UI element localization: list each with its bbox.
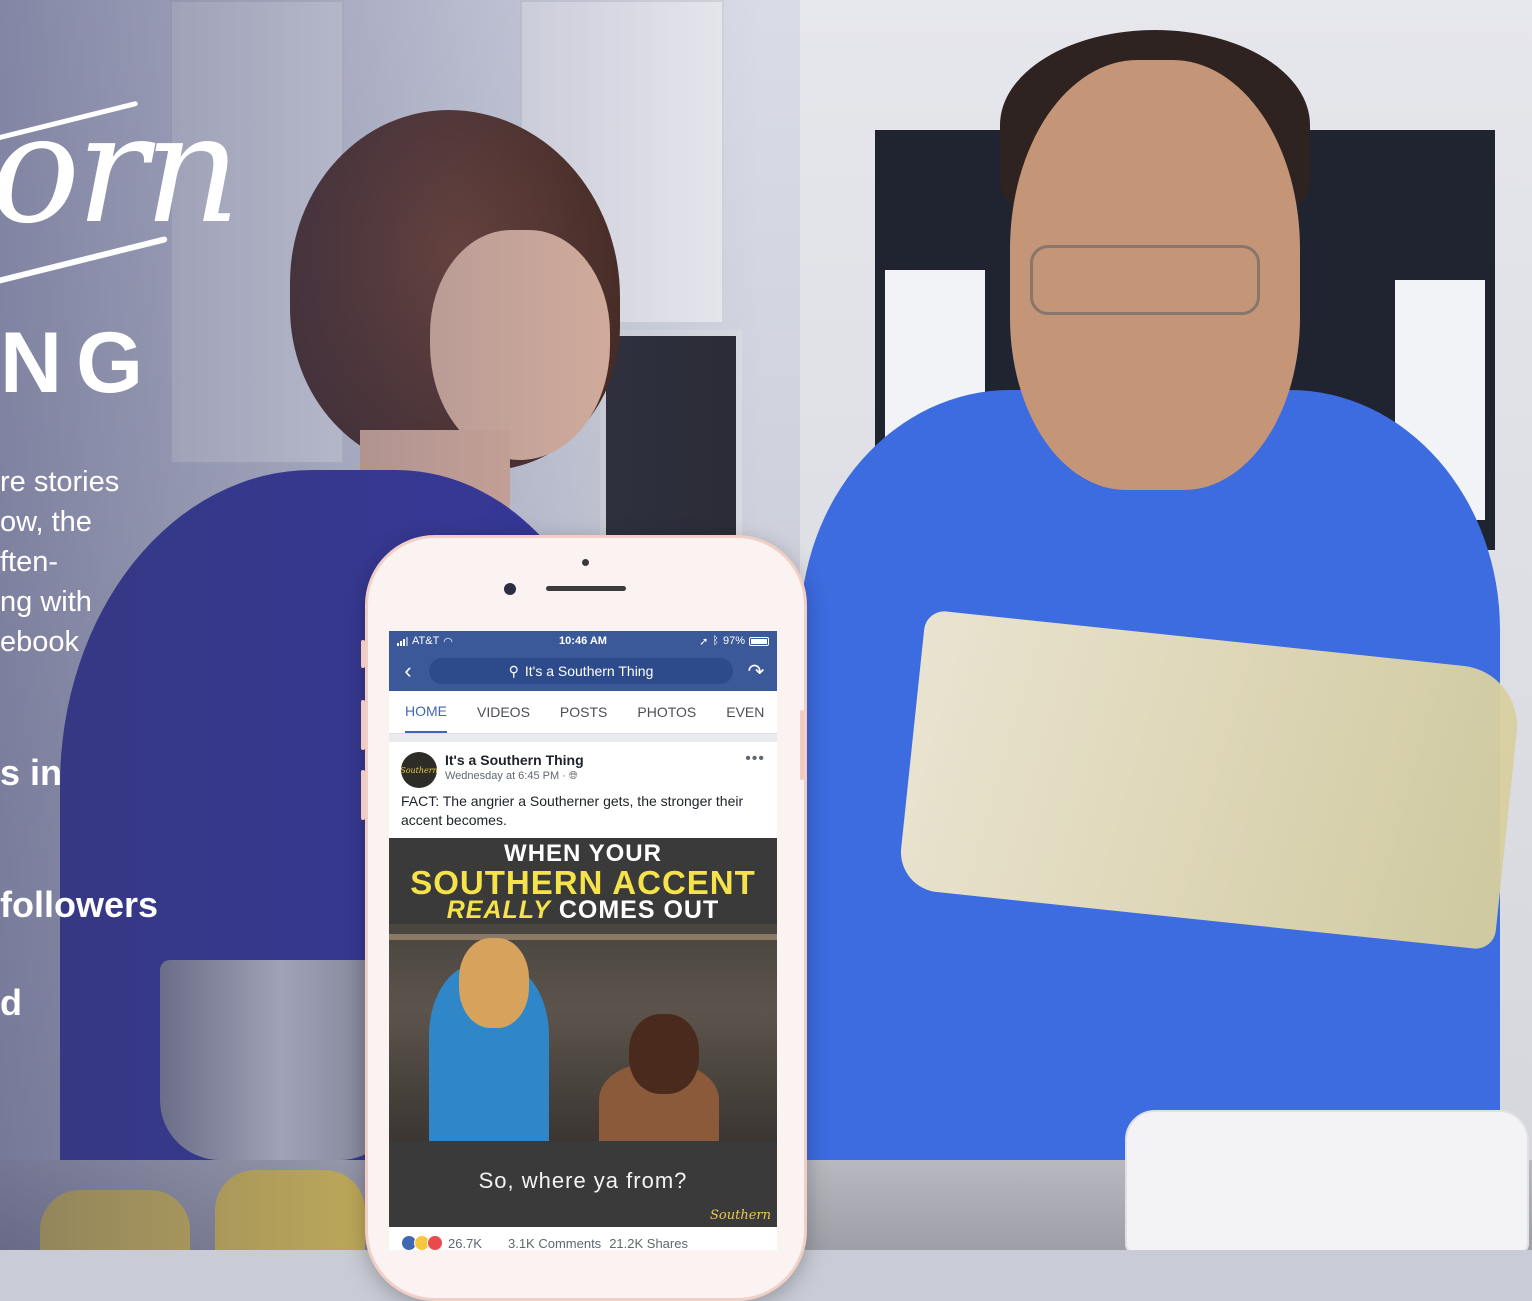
page-avatar[interactable]: Southern [400, 752, 438, 788]
stat-line-2: followers [0, 884, 159, 925]
tab-photos[interactable]: PHOTOS [637, 691, 696, 733]
more-options-icon[interactable]: ••• [745, 750, 765, 768]
globe-icon: 🌐︎ [568, 770, 578, 782]
location-icon: ➚ [699, 635, 709, 648]
post-text: FACT: The angrier a Southerner gets, the… [401, 793, 744, 828]
plastic-tub [1125, 1110, 1529, 1250]
reaction-icons[interactable] [401, 1235, 443, 1250]
phone-camera [504, 583, 516, 595]
stat-line-1: s in [0, 752, 63, 793]
tab-home[interactable]: HOME [405, 691, 447, 733]
script-logo: orn [0, 83, 241, 257]
comments-count[interactable]: 3.1K Comments [508, 1236, 601, 1251]
tab-videos[interactable]: VIDEOS [477, 691, 530, 733]
video-frame [389, 924, 777, 1141]
share-icon[interactable]: ↷ [743, 659, 769, 684]
bluetooth-icon: ᛒ [712, 635, 719, 647]
glasses [1030, 245, 1260, 315]
video-watermark: Southern [710, 1208, 771, 1223]
phone-speaker [546, 586, 626, 591]
page-tabs: HOME VIDEOS POSTS PHOTOS EVEN [389, 691, 777, 734]
tab-events[interactable]: EVEN [726, 691, 764, 733]
battery-percent: 97% [722, 635, 745, 647]
reactions-bar: 26.7K 3.1K Comments 21.2K Shares [389, 1227, 777, 1250]
video-headline-line3: REALLY COMES OUT [446, 896, 720, 924]
video-caption: So, where ya from? [478, 1168, 688, 1193]
battery-icon [749, 636, 769, 646]
phone-volume-down [361, 770, 365, 820]
promo-paragraph: re stories ow, the ften- ng with ebook [0, 466, 120, 658]
phone-screen: AT&T ◠ 10:46 AM ➚ ᛒ 97% ‹ ⚲ It's a South… [389, 631, 777, 1250]
nav-bar: ‹ ⚲ It's a Southern Thing ↷ [389, 651, 777, 691]
shares-count[interactable]: 21.2K Shares [609, 1236, 688, 1251]
phone-power-button [800, 710, 804, 780]
phone-sensor [582, 559, 589, 566]
back-arrow-icon[interactable]: ‹ [397, 658, 419, 684]
phone-mute-switch [361, 640, 365, 668]
status-bar: AT&T ◠ 10:46 AM ➚ ᛒ 97% [389, 631, 777, 651]
search-icon: ⚲ [508, 662, 519, 679]
reactions-count[interactable]: 26.7K [448, 1236, 482, 1251]
phone-volume-up [361, 700, 365, 750]
post-video[interactable]: WHEN YOUR SOUTHERN ACCENT REALLY COMES O… [389, 838, 777, 1227]
stat-line-3: d [0, 982, 22, 1023]
section-divider [389, 734, 777, 742]
tab-posts[interactable]: POSTS [560, 691, 607, 733]
search-text: It's a Southern Thing [524, 663, 654, 679]
search-bar[interactable]: ⚲ It's a Southern Thing [429, 658, 733, 684]
brand-wordmark: NG [0, 315, 157, 411]
post-header: Southern It's a Southern Thing Wednesday… [389, 742, 777, 792]
post-timestamp[interactable]: Wednesday at 6:45 PM · 🌐︎ [445, 770, 584, 783]
page-name[interactable]: It's a Southern Thing [445, 752, 584, 768]
